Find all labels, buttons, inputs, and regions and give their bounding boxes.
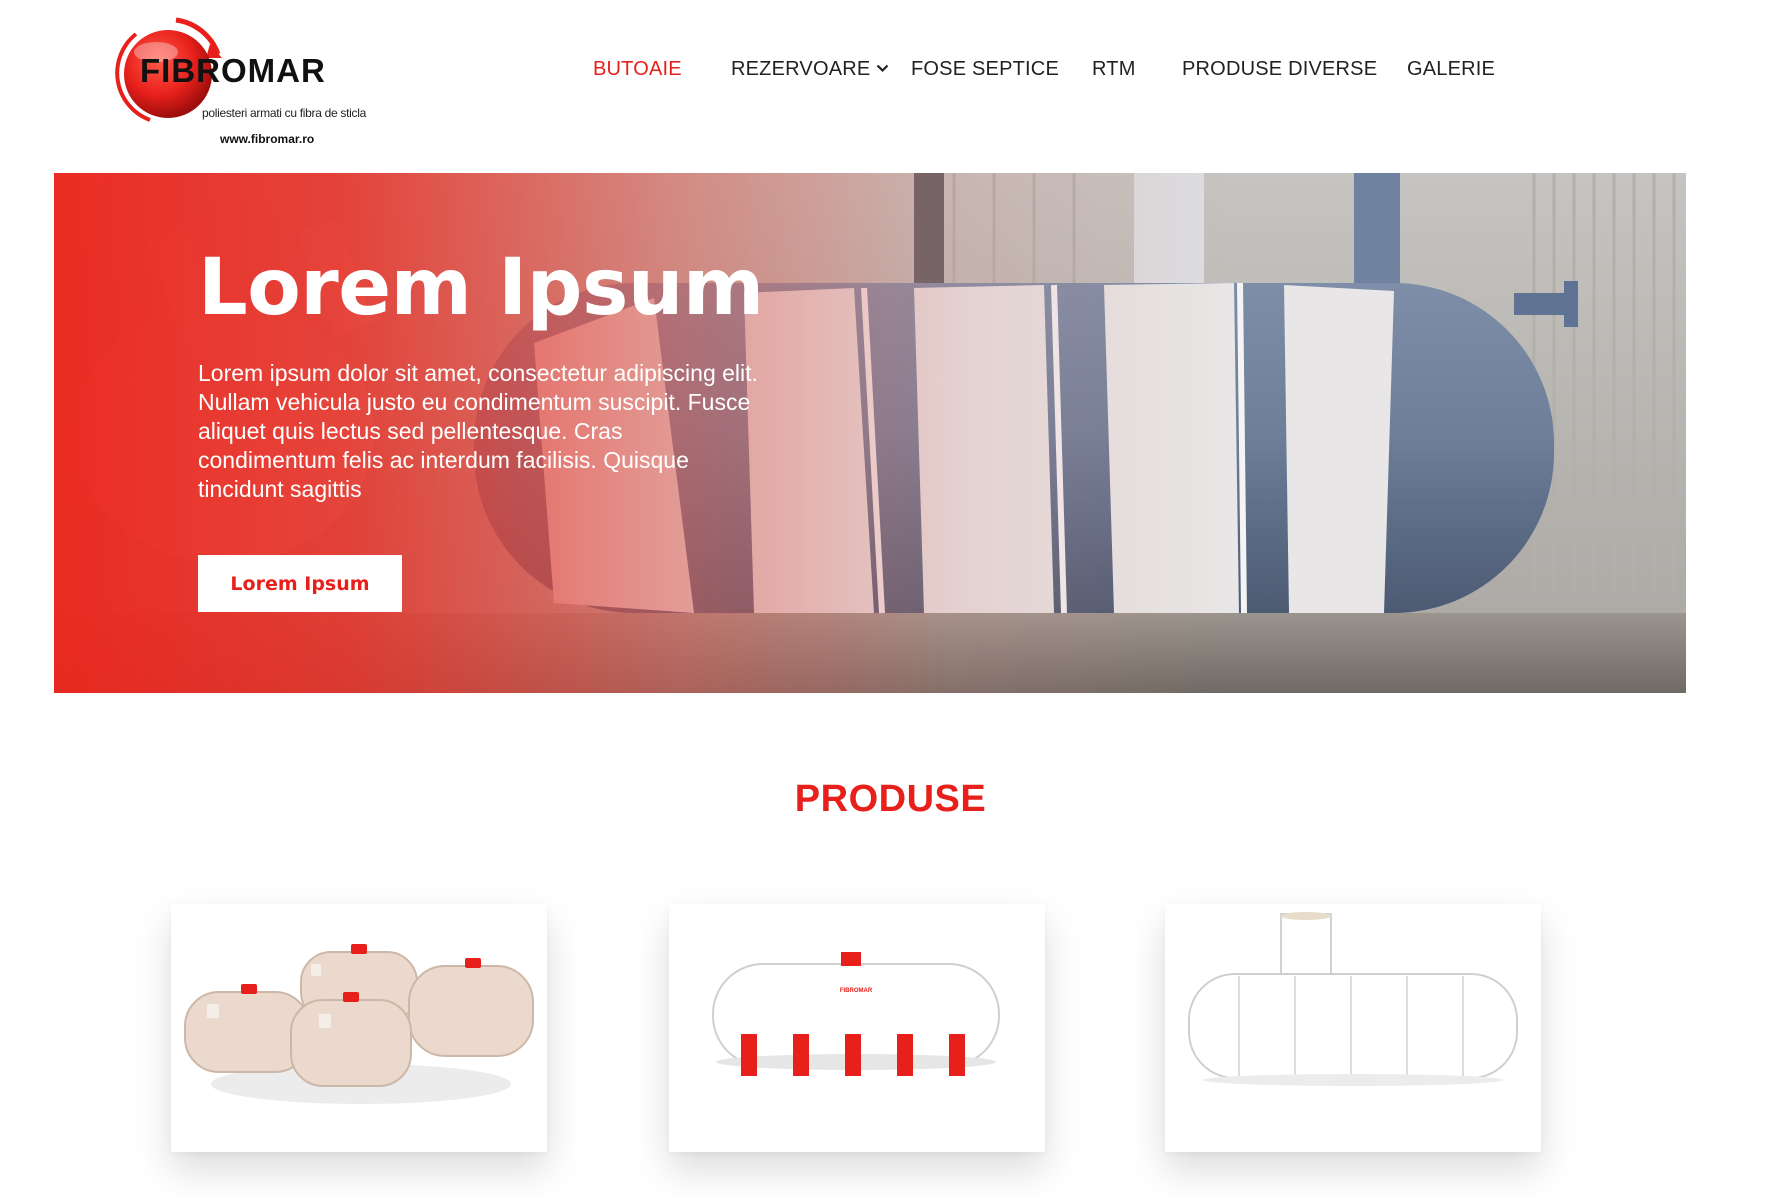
white-underground-tank-with-access-shaft-image [1188,912,1518,1086]
nav-item-fose-septice[interactable]: FOSE SEPTICE [911,58,1059,81]
products-section-title: PRODUSE [794,778,987,820]
product-card-underground-tank[interactable] [1165,904,1541,1152]
logo-tagline: poliesteri armati cu fibra de sticla [202,106,366,120]
hero-cta-button[interactable]: Lorem Ipsum [198,555,402,612]
hero-title: Lorem Ipsum [198,243,764,333]
nav-item-galerie[interactable]: GALERIE [1407,58,1495,81]
group-of-plastic-barrels-image [184,944,534,1104]
hero-banner: Lorem Ipsum Lorem ipsum dolor sit amet, … [54,173,1686,693]
white-horizontal-tank-on-red-supports-image: FIBROMAR [712,952,1000,1076]
tank-label: FIBROMAR [840,988,873,994]
chevron-down-icon [877,64,889,73]
nav-item-rtm[interactable]: RTM [1092,58,1136,81]
logo[interactable]: FIBROMAR poliesteri armati cu fibra de s… [104,12,374,147]
product-card-barrels[interactable] [171,904,547,1152]
nav-item-produse-diverse[interactable]: PRODUSE DIVERSE [1182,58,1377,81]
nav-item-rezervoare[interactable]: REZERVOARE [731,58,889,81]
hero-description: Lorem ipsum dolor sit amet, consectetur … [198,360,758,502]
product-card-horizontal-tank[interactable]: FIBROMAR [669,904,1045,1152]
nav-item-label: REZERVOARE [731,58,871,80]
logo-wordmark: FIBROMAR [140,52,326,89]
nav-item-butoaie[interactable]: BUTOAIE [593,58,682,81]
logo-url: www.fibromar.ro [220,132,315,146]
